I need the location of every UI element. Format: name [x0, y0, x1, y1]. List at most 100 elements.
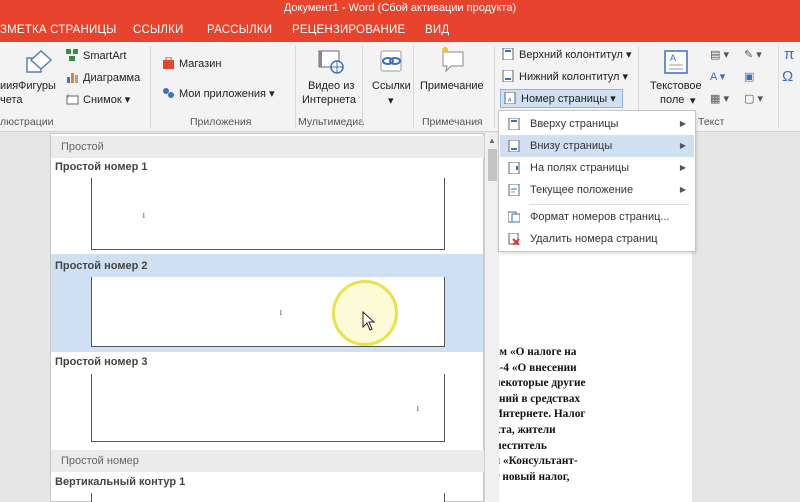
links-dropdown-icon: ▾ — [388, 95, 394, 107]
submenu-arrow-icon: ▶ — [679, 163, 686, 172]
chart-button[interactable]: Диаграмма — [66, 71, 140, 84]
document-line: кта, жители — [494, 423, 556, 436]
media-group-label: Мультимедиа — [298, 116, 364, 128]
symbol-button[interactable]: Ω — [782, 68, 793, 85]
smartart-label: SmartArt — [83, 50, 127, 62]
top-of-page-icon — [508, 118, 520, 130]
signature-line-icon: ✎ ▾ — [744, 49, 762, 61]
menu-item-label: Внизу страницы — [530, 140, 613, 152]
cut-off-label-1: иия — [0, 80, 19, 92]
cut-off-label-2: чета — [0, 94, 23, 106]
scroll-up-icon[interactable]: ▲ — [488, 136, 496, 145]
my-apps-label: Мои приложения — [179, 88, 267, 100]
smartart-icon — [66, 49, 78, 61]
submenu-arrow-icon: ▶ — [679, 141, 686, 150]
quick-parts-button[interactable]: ▤ ▾ — [710, 48, 729, 61]
textbox-label-line2: поле — [660, 94, 685, 106]
document-text: ом «О налоге на 3-4 «О внесении некоторы… — [494, 345, 694, 485]
screenshot-label: Снимок — [83, 94, 122, 106]
screenshot-dropdown-icon: ▾ — [124, 94, 131, 106]
document-line: Интернете. Налог — [494, 408, 586, 421]
menu-item-current-position[interactable]: Текущее положение ▶ — [500, 179, 694, 201]
ribbon-separator — [150, 46, 151, 128]
ribbon-separator — [362, 46, 363, 128]
gallery-item-title: Простой номер 3 — [55, 356, 148, 368]
header-button[interactable]: Верхний колонтитул ▾ — [502, 48, 632, 61]
online-video-label-line2: Интернета — [302, 94, 356, 106]
smartart-button[interactable]: SmartArt — [66, 49, 126, 62]
equation-button[interactable]: π — [784, 46, 794, 63]
screenshot-button[interactable]: + Снимок ▾ — [66, 93, 130, 106]
store-button[interactable]: Магазин — [162, 57, 221, 70]
menu-item-label: Удалить номера страниц — [530, 233, 658, 245]
page-number-dropdown-icon: ▾ — [610, 93, 616, 105]
online-video-label-line1: Видео из — [308, 80, 355, 92]
store-label: Магазин — [179, 58, 222, 70]
gallery-item-plain-number-1[interactable]: 1 — [91, 178, 445, 250]
scrollbar-thumb[interactable] — [488, 149, 497, 181]
gallery-section-header: Простой номер — [51, 450, 485, 472]
menu-item-page-margins[interactable]: На полях страницы ▶ — [500, 157, 694, 179]
header-label: Верхний колонтитул — [519, 49, 623, 61]
preview-page-number: 1 — [142, 212, 146, 220]
mouse-pointer-icon — [362, 311, 376, 331]
gallery-scrollbar[interactable]: ▲ — [484, 133, 499, 502]
menu-item-top-of-page[interactable]: Вверху страницы ▶ — [500, 113, 694, 135]
gallery-item-title: Простой номер 1 — [55, 161, 148, 173]
gallery-item-plain-number-3[interactable]: 1 — [91, 374, 445, 442]
page-number-gallery: Простой Простой номер 1 1 Простой номер … — [50, 133, 485, 502]
store-icon — [163, 57, 174, 69]
document-line: ом «О налоге на — [494, 346, 577, 358]
footer-label: Нижний колонтитул — [519, 71, 620, 83]
links-label: Ссылки — [372, 80, 411, 92]
submenu-arrow-icon: ▶ — [679, 119, 686, 128]
tab-references[interactable]: ССЫЛКИ — [133, 18, 184, 42]
ribbon-separator — [494, 46, 495, 128]
date-time-button[interactable]: ▣ — [744, 70, 754, 83]
object-icon: ▢ ▾ — [744, 93, 763, 105]
signature-line-button[interactable]: ✎ ▾ — [744, 48, 762, 61]
page-number-button[interactable]: # Номер страницы ▾ — [500, 89, 623, 108]
format-page-numbers-icon — [508, 211, 520, 223]
wordart-button[interactable]: A ▾ — [710, 70, 725, 83]
ribbon-separator — [778, 46, 779, 128]
current-position-icon — [508, 184, 520, 196]
chart-label: Диаграмма — [83, 72, 141, 84]
window-title: Документ1 - Word (Сбой активации продукт… — [283, 2, 517, 14]
menu-item-label: Формат номеров страниц... — [530, 211, 670, 223]
gallery-section-header: Простой — [51, 136, 485, 158]
window-title-bar: Документ1 - Word (Сбой активации продукт… — [0, 0, 800, 18]
ribbon-tab-bar: ЗМЕТКА СТРАНИЦЫ ССЫЛКИ РАССЫЛКИ РЕЦЕНЗИР… — [0, 18, 800, 42]
drop-cap-icon: ▦ ▾ — [710, 93, 729, 105]
document-line: я «Консультант- — [494, 455, 578, 468]
menu-item-remove-page-numbers[interactable]: Удалить номера страниц — [500, 228, 694, 250]
shapes-icon — [26, 49, 53, 73]
page-number-submenu: Вверху страницы ▶ Внизу страницы ▶ На по… — [498, 110, 696, 252]
gallery-item-vertical-outline-1[interactable] — [91, 493, 445, 502]
ribbon-separator — [295, 46, 296, 128]
tab-view[interactable]: ВИД — [425, 18, 449, 42]
my-apps-button[interactable]: Мои приложения ▾ — [162, 87, 275, 100]
gallery-item-title: Простой номер 2 — [55, 260, 148, 272]
page-number-icon: # — [504, 92, 516, 104]
tab-layout[interactable]: ЗМЕТКА СТРАНИЦЫ — [0, 18, 117, 42]
my-apps-dropdown-icon: ▾ — [269, 88, 275, 100]
document-line: ений в средствах — [494, 392, 581, 405]
ribbon-separator — [413, 46, 414, 128]
tab-mailings[interactable]: РАССЫЛКИ — [207, 18, 272, 42]
drop-cap-button[interactable]: ▦ ▾ — [710, 92, 729, 105]
object-button[interactable]: ▢ ▾ — [744, 92, 763, 105]
links-icon — [380, 50, 402, 72]
footer-button[interactable]: Нижний колонтитул ▾ — [502, 70, 628, 83]
wordart-icon: A ▾ — [710, 71, 726, 83]
menu-item-bottom-of-page[interactable]: Внизу страницы ▶ — [500, 135, 694, 157]
tab-review[interactable]: РЕЦЕНЗИРОВАНИЕ — [292, 18, 405, 42]
document-line: 3-4 «О внесении — [494, 361, 577, 374]
menu-item-format-page-numbers[interactable]: Формат номеров страниц... — [500, 206, 694, 228]
menu-item-label: На полях страницы — [530, 162, 630, 174]
header-icon — [502, 48, 514, 60]
my-apps-icon — [163, 88, 174, 98]
menu-item-label: Вверху страницы — [530, 118, 619, 130]
apps-group-label: Приложения — [190, 116, 252, 128]
svg-text:A: A — [670, 53, 676, 63]
